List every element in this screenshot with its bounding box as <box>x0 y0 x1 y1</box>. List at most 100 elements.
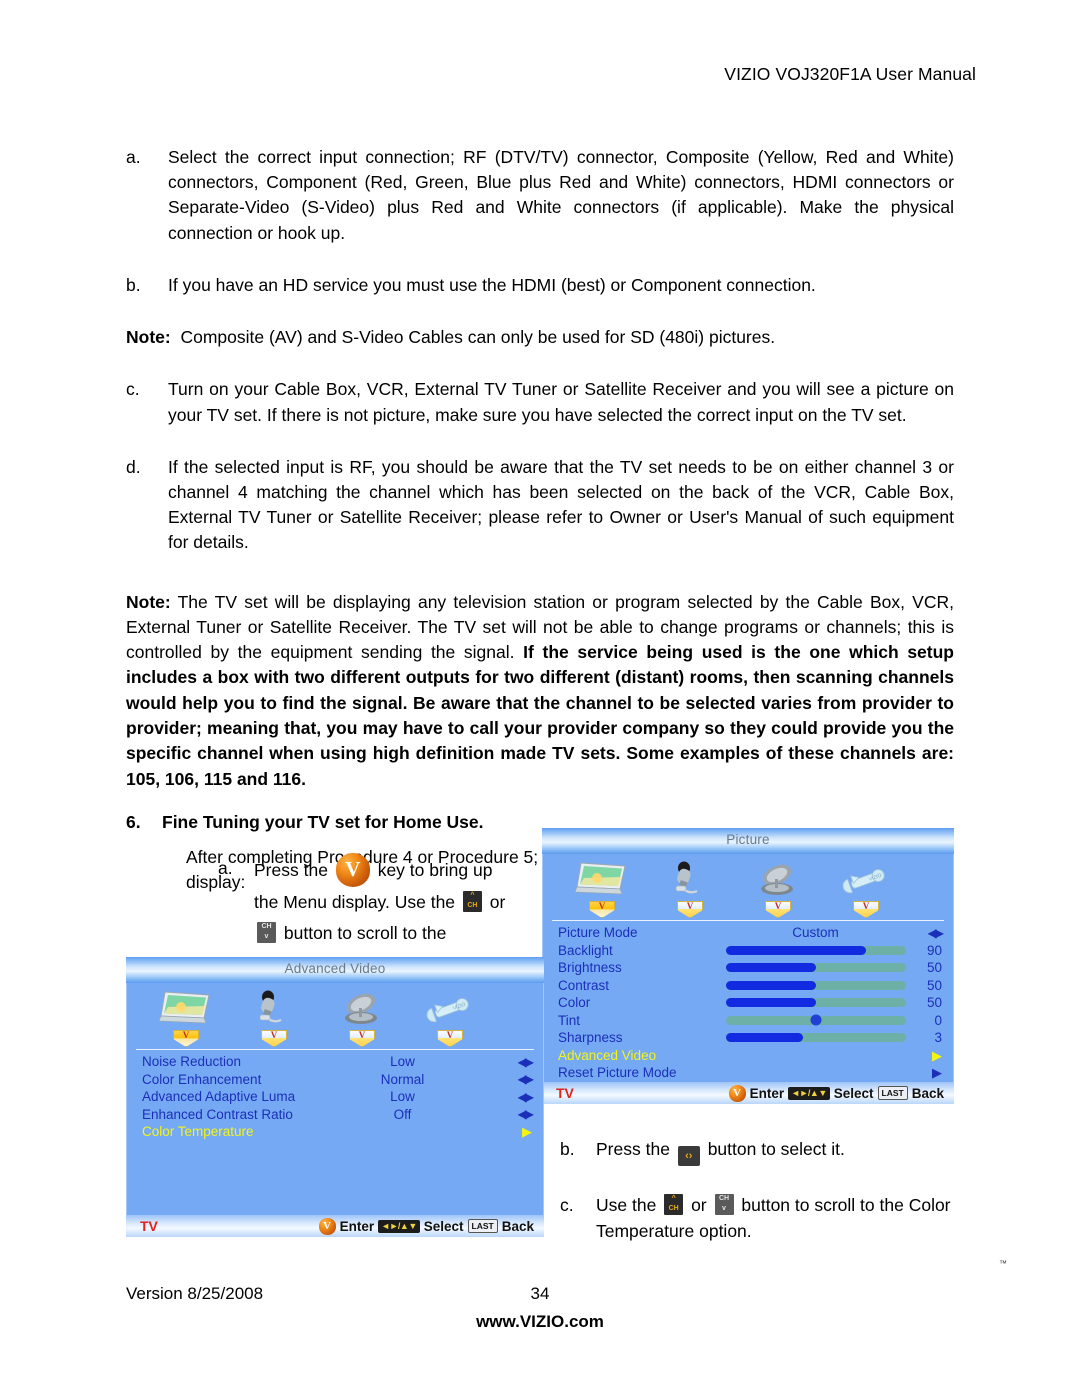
document-body: a. Select the correct input connection; … <box>126 145 954 895</box>
step-b-marker: b. <box>560 1139 575 1159</box>
list-text: Select the correct input connection; RF … <box>168 147 954 243</box>
slider-fill <box>725 945 866 955</box>
wrench-icon: VIZIO <box>822 860 910 900</box>
step-c-marker: c. <box>560 1195 574 1215</box>
slider-track[interactable] <box>725 998 906 1008</box>
osd-row[interactable]: Tint 0 <box>542 1012 954 1030</box>
slider-track[interactable] <box>725 945 906 955</box>
osd-row[interactable]: Reset Picture Mode ▶ <box>542 1064 954 1082</box>
ch-up-glyph-bottom: CH <box>668 1204 679 1212</box>
channel-up-button-icon: ^ CH <box>664 1194 684 1215</box>
osd-row-control[interactable] <box>723 1064 908 1082</box>
vizio-key-icon <box>728 1084 746 1102</box>
note-label: Note: <box>126 591 171 612</box>
picture-menu-icon-bar: V V V VIZIO V <box>542 854 954 920</box>
picture-tab-tuner[interactable]: V <box>734 860 822 920</box>
vizio-logo: ™ <box>958 1258 1007 1302</box>
osd-row[interactable]: Color Enhancement Normal ◀▶ <box>126 1071 544 1089</box>
ch-up-glyph-bottom: CH <box>467 901 478 909</box>
osd-row-label: Color Temperature <box>142 1124 254 1140</box>
manual-title: VIZIO VOJ320F1A User Manual <box>724 64 976 84</box>
step-a-text-3: or <box>489 892 506 912</box>
osd-row[interactable]: Backlight 90 <box>542 942 954 960</box>
submenu-arrow-icon: ▶ <box>932 1047 942 1063</box>
osd-row-label: Noise Reduction <box>142 1054 242 1070</box>
osd-row[interactable]: Picture Mode Custom ◀▶ <box>542 924 954 942</box>
picture-tab-setup[interactable]: VIZIO V <box>822 860 910 920</box>
footer-hints: Enter ◄►/▲▼ Select LAST Back <box>728 1084 944 1102</box>
osd-row-control[interactable]: Low <box>307 1088 498 1106</box>
picture-tab-audio[interactable]: V <box>646 860 734 920</box>
tab-marker-monitor: V <box>589 901 615 918</box>
osd-row-value: Custom <box>792 925 839 941</box>
channel-down-button-icon: CH v <box>257 922 276 943</box>
slider-track[interactable] <box>725 980 906 990</box>
list-item: c. Turn on your Cable Box, VCR, External… <box>126 377 954 427</box>
tab-marker-tuner: V <box>349 1030 375 1047</box>
footer-hints: Enter ◄►/▲▼ Select LAST Back <box>318 1217 534 1235</box>
satellite-dish-icon <box>734 860 822 900</box>
picture-menu-footer: TV Enter ◄►/▲▼ Select LAST Back <box>542 1082 954 1104</box>
slider-track[interactable] <box>725 1033 906 1043</box>
adv-tab-setup[interactable]: VIZIO V <box>406 989 494 1049</box>
osd-row-control[interactable] <box>723 1029 908 1047</box>
slider-fill <box>725 1033 803 1043</box>
slider-track[interactable] <box>725 1014 906 1026</box>
select-button-icon: ‹› <box>677 1146 700 1166</box>
advanced-video-osd-menu[interactable]: Advanced Video V V V VIZIO V Noise Reduc… <box>126 957 544 1237</box>
osd-row-control[interactable] <box>723 942 908 960</box>
picture-tab-monitor[interactable]: V <box>558 860 646 920</box>
select-label: Select <box>833 1085 874 1101</box>
osd-row-control[interactable] <box>723 1012 908 1030</box>
osd-row-control[interactable]: Custom <box>723 924 908 942</box>
enter-label: Enter <box>339 1218 375 1234</box>
osd-row-control[interactable] <box>307 1123 498 1141</box>
osd-row-control[interactable]: Low <box>307 1053 498 1071</box>
osd-row-control[interactable] <box>723 977 908 995</box>
osd-row[interactable]: Advanced Adaptive Luma Low ◀▶ <box>126 1088 544 1106</box>
monitor-icon <box>142 989 230 1029</box>
slider-knob[interactable] <box>810 1014 821 1026</box>
submenu-arrow-icon: ▶ <box>932 1065 942 1081</box>
slider-track[interactable] <box>725 963 906 973</box>
picture-osd-menu[interactable]: Picture V V V VIZIO V Picture Mode Custo… <box>542 828 954 1104</box>
select-label: Select <box>423 1218 464 1234</box>
osd-row[interactable]: Brightness 50 <box>542 959 954 977</box>
osd-row-control[interactable] <box>723 959 908 977</box>
list-text: If you have an HD service you must use t… <box>168 274 816 295</box>
osd-row[interactable]: Color 50 <box>542 994 954 1012</box>
osd-row-control[interactable]: Normal <box>307 1071 498 1089</box>
osd-row[interactable]: Noise Reduction Low ◀▶ <box>126 1053 544 1071</box>
footer-website: www.VIZIO.com <box>476 1312 604 1331</box>
note-bold-text: If the service being used is the one whi… <box>126 642 954 789</box>
satellite-dish-icon <box>318 989 406 1029</box>
tab-marker-setup: V <box>853 901 879 918</box>
osd-row[interactable]: Enhanced Contrast Ratio Off ◀▶ <box>126 1106 544 1124</box>
step-c-text-1: Use the <box>596 1195 657 1215</box>
ch-up-glyph-top: ^ <box>470 892 475 899</box>
adv-tab-audio[interactable]: V <box>230 989 318 1049</box>
note-block-2: Note: The TV set will be displaying any … <box>126 590 954 792</box>
osd-row[interactable]: Contrast 50 <box>542 977 954 995</box>
osd-row-control[interactable] <box>723 994 908 1012</box>
source-label: TV <box>140 1218 158 1234</box>
osd-row[interactable]: Sharpness 3 <box>542 1029 954 1047</box>
adv-tab-tuner[interactable]: V <box>318 989 406 1049</box>
list-item: b. If you have an HD service you must us… <box>126 273 954 298</box>
microphone-icon <box>230 989 318 1029</box>
last-key-icon: LAST <box>467 1219 498 1233</box>
osd-row-label: Tint <box>558 1012 581 1028</box>
osd-row-label: Advanced Adaptive Luma <box>142 1089 296 1105</box>
list-marker: b. <box>126 274 141 295</box>
adv-tab-monitor[interactable]: V <box>142 989 230 1049</box>
osd-row[interactable]: Color Temperature ▶ <box>126 1123 544 1141</box>
source-label: TV <box>556 1085 574 1101</box>
osd-row[interactable]: Advanced Video ▶ <box>542 1047 954 1065</box>
enter-label: Enter <box>749 1085 785 1101</box>
osd-row-control[interactable] <box>723 1047 908 1065</box>
osd-row-number: 50 <box>926 995 942 1011</box>
advanced-video-menu-title: Advanced Video <box>126 957 544 983</box>
tab-marker-monitor: V <box>173 1030 199 1047</box>
osd-row-control[interactable]: Off <box>307 1106 498 1124</box>
